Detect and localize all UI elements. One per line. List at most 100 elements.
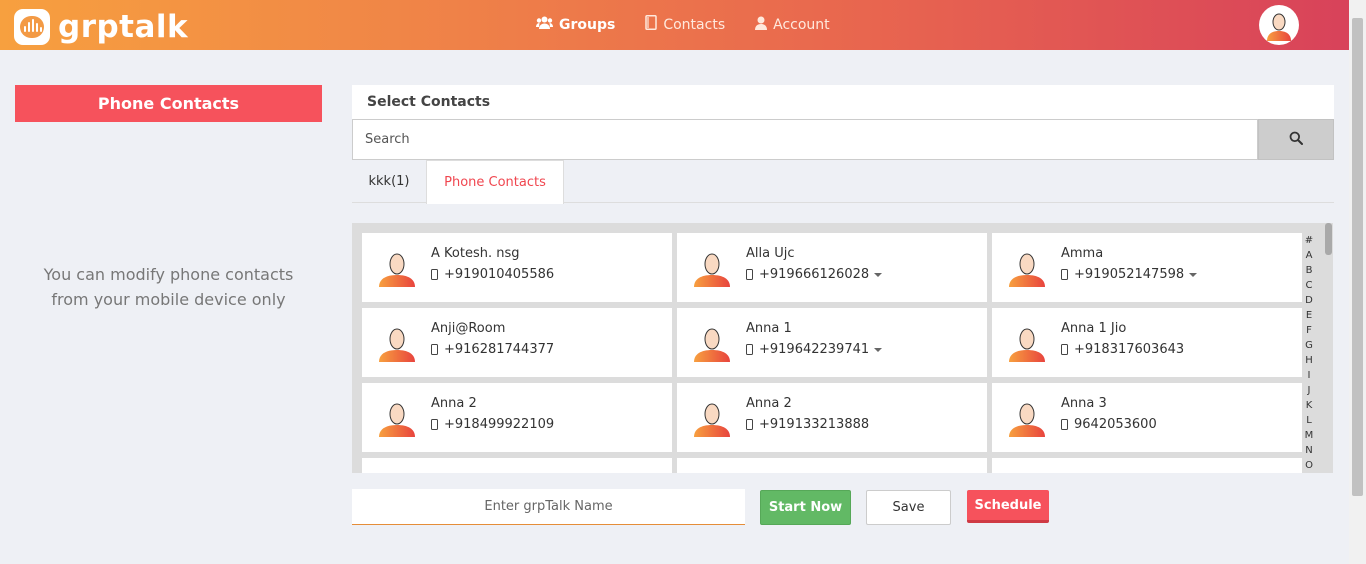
number-dropdown-icon[interactable] (874, 272, 883, 277)
logo-icon (14, 9, 50, 45)
logo-text: grptalk (58, 9, 189, 45)
contacts-grid: A Kotesh. nsg +919010405586 Alla Ujc +91966… (352, 223, 1333, 473)
alphabet-letter[interactable]: # (1302, 233, 1316, 248)
contact-name: Anna 2 (746, 396, 792, 411)
contact-avatar-icon (1008, 248, 1046, 288)
contact-card[interactable] (362, 458, 672, 473)
contact-name: Anna 1 Jio (1061, 321, 1127, 336)
contact-phone: +919642239741 (746, 342, 883, 357)
info-note: You can modify phone contacts from your … (15, 262, 322, 312)
tab-phone-contacts[interactable]: Phone Contacts (426, 160, 564, 204)
contact-card[interactable]: Anna 3 9642053600 (992, 383, 1302, 452)
left-panel-title: Phone Contacts (15, 85, 322, 122)
alphabet-letter[interactable]: O (1302, 458, 1316, 473)
brand-logo[interactable]: grptalk (14, 9, 188, 45)
info-note-line: You can modify phone contacts (43, 265, 294, 284)
contact-avatar-icon (378, 398, 416, 438)
profile-avatar[interactable] (1259, 5, 1299, 45)
contact-name: A Kotesh. nsg (431, 246, 520, 261)
contact-avatar-icon (378, 248, 416, 288)
schedule-button[interactable]: Schedule (967, 490, 1049, 523)
contact-phone-number: +919666126028 (759, 267, 870, 282)
contact-phone-number: +916281744377 (444, 342, 555, 357)
contact-name: Anna 2 (431, 396, 477, 411)
contact-card[interactable] (992, 458, 1302, 473)
contact-name: Alla Ujc (746, 246, 795, 261)
contacts-icon (645, 15, 658, 34)
user-icon (755, 16, 768, 34)
contact-avatar-icon (378, 323, 416, 363)
alphabet-letter[interactable]: N (1302, 443, 1316, 458)
alphabet-letter[interactable]: K (1302, 398, 1316, 413)
contact-card[interactable] (677, 458, 987, 473)
contact-avatar-icon (693, 248, 731, 288)
mobile-icon (431, 269, 438, 280)
contact-phone-number: +919052147598 (1074, 267, 1185, 282)
alphabet-letter[interactable]: F (1302, 323, 1316, 338)
mobile-icon (1061, 344, 1068, 355)
alphabet-letter[interactable]: A (1302, 248, 1316, 263)
grptalk-name-input[interactable] (352, 489, 745, 525)
nav-groups[interactable]: Groups (536, 15, 615, 34)
alphabet-letter[interactable]: G (1302, 338, 1316, 353)
contact-avatar-icon (1008, 323, 1046, 363)
contact-card[interactable]: Anna 2 +918499922109 (362, 383, 672, 452)
contact-card[interactable]: Anna 1 +919642239741 (677, 308, 987, 377)
users-icon (536, 16, 553, 33)
mobile-icon (746, 269, 753, 280)
contact-phone: 9642053600 (1061, 417, 1157, 432)
page-scrollbar[interactable] (1349, 0, 1366, 564)
mobile-icon (431, 419, 438, 430)
alphabet-index: # A B C D E F G H I J K L M N O (1302, 233, 1316, 473)
alphabet-letter[interactable]: E (1302, 308, 1316, 323)
nav-account-label: Account (773, 16, 830, 33)
contact-card[interactable]: Alla Ujc +919666126028 (677, 233, 987, 302)
top-header: grptalk Groups Contacts Account (0, 0, 1349, 50)
alphabet-letter[interactable]: C (1302, 278, 1316, 293)
contact-avatar-icon (693, 398, 731, 438)
alphabet-letter[interactable]: J (1302, 383, 1316, 398)
start-now-button[interactable]: Start Now (760, 490, 851, 525)
contact-phone: +919666126028 (746, 267, 883, 282)
contact-card[interactable]: Anji@Room +916281744377 (362, 308, 672, 377)
save-button[interactable]: Save (866, 490, 951, 525)
select-contacts-heading: Select Contacts (352, 85, 1334, 119)
alphabet-letter[interactable]: M (1302, 428, 1316, 443)
contact-tabs: kkk(1) Phone Contacts (352, 160, 1334, 204)
contact-avatar-icon (1008, 398, 1046, 438)
alphabet-letter[interactable]: H (1302, 353, 1316, 368)
search-input[interactable] (352, 119, 1258, 160)
nav-account[interactable]: Account (755, 15, 830, 34)
contact-card[interactable]: Anna 1 Jio +918317603643 (992, 308, 1302, 377)
contact-phone: +919052147598 (1061, 267, 1198, 282)
contact-name: Anna 3 (1061, 396, 1107, 411)
alphabet-letter[interactable]: D (1302, 293, 1316, 308)
contact-name: Amma (1061, 246, 1104, 261)
contact-name: Anna 1 (746, 321, 792, 336)
contact-card[interactable]: Anna 2 +919133213888 (677, 383, 987, 452)
number-dropdown-icon[interactable] (1189, 272, 1198, 277)
contact-phone: +919010405586 (431, 267, 554, 282)
contact-name: Anji@Room (431, 321, 506, 336)
mobile-icon (431, 344, 438, 355)
alphabet-letter[interactable]: B (1302, 263, 1316, 278)
tab-kkk[interactable]: kkk(1) (352, 160, 426, 203)
alphabet-letter[interactable]: L (1302, 413, 1316, 428)
mobile-icon (746, 419, 753, 430)
search-button[interactable] (1258, 119, 1334, 160)
contact-avatar-icon (693, 323, 731, 363)
contact-phone-number: 9642053600 (1074, 417, 1157, 432)
contact-phone: +916281744377 (431, 342, 554, 357)
contact-phone-number: +918317603643 (1074, 342, 1185, 357)
contact-card[interactable]: A Kotesh. nsg +919010405586 (362, 233, 672, 302)
number-dropdown-icon[interactable] (874, 347, 883, 352)
contact-phone-number: +918499922109 (444, 417, 555, 432)
contact-card[interactable]: Amma +919052147598 (992, 233, 1302, 302)
nav-contacts[interactable]: Contacts (645, 15, 725, 34)
main-nav: Groups Contacts Account (536, 15, 830, 34)
mobile-icon (1061, 269, 1068, 280)
contact-phone-number: +919010405586 (444, 267, 555, 282)
search-icon (1289, 130, 1303, 149)
alphabet-letter[interactable]: I (1302, 368, 1316, 383)
contacts-scrollbar[interactable] (1324, 223, 1333, 473)
